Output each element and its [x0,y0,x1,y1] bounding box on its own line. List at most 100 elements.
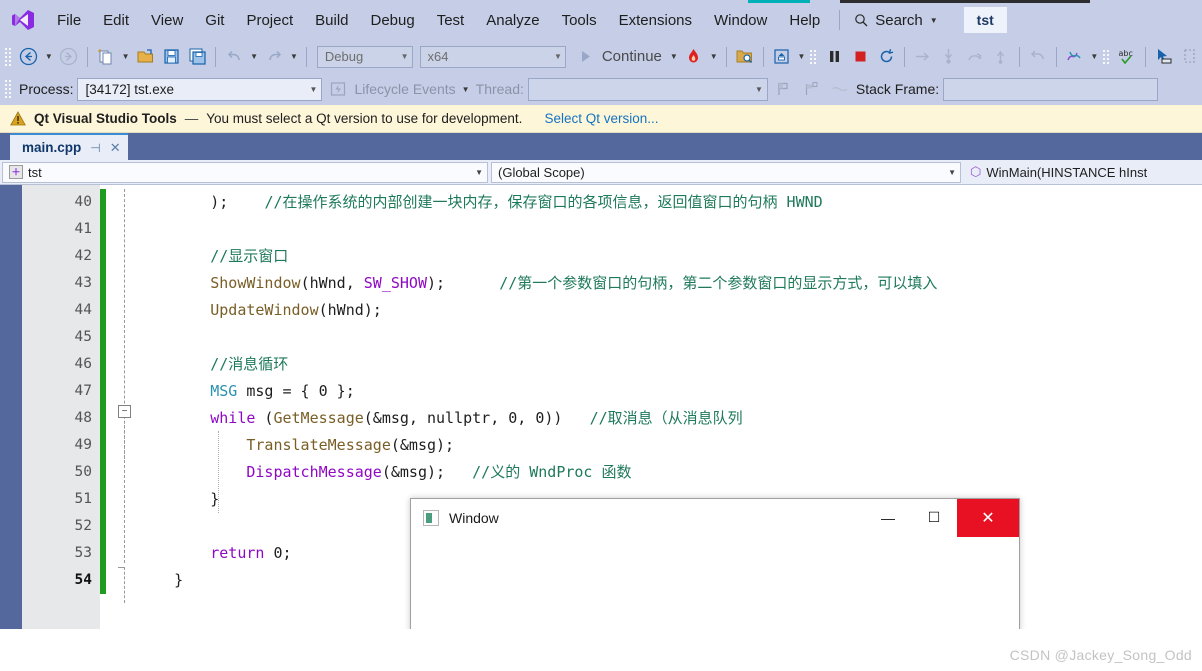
thread-marker-icon[interactable] [828,77,852,101]
undo-dropdown[interactable]: ▼ [248,45,260,69]
pin-icon[interactable]: ⊣ [90,141,100,155]
thread-combo[interactable]: ▼ [527,77,768,101]
lifecycle-events-dropdown[interactable]: ▼ [460,77,472,101]
code-line[interactable]: TranslateMessage(&msg); [106,432,1202,459]
intellitrace-icon[interactable] [1063,45,1087,69]
menu-item-edit[interactable]: Edit [92,8,140,33]
menu-item-git[interactable]: Git [194,8,235,33]
save-icon[interactable] [159,45,183,69]
select-element-icon[interactable] [1152,45,1176,69]
stop-debugging-icon[interactable] [848,45,872,69]
flag-icon[interactable] [772,77,796,101]
code-line[interactable]: //消息循环 [106,351,1202,378]
code-token: while [210,409,256,427]
editor-left-rail [0,185,22,629]
search-button[interactable]: Search ▼ [848,9,943,32]
project-scope-combo[interactable]: ＋ tst ▼ [2,161,488,183]
code-line[interactable]: //显示窗口 [106,243,1202,270]
start-play-icon[interactable] [574,45,598,69]
menu-item-window[interactable]: Window [703,8,778,33]
step-over-icon[interactable] [963,45,987,69]
code-editor[interactable]: 40 41 42 43 44 45 46 47 48 49 50 51 52 53 54 − ); //在操… [0,185,1202,629]
menu-item-file[interactable]: File [46,8,92,33]
solution-platform-value: x64 [427,49,449,64]
open-file-icon[interactable] [134,45,158,69]
line-number: 54 [74,572,92,588]
code-token: hWnd [327,301,364,319]
step-into-icon[interactable] [937,45,961,69]
step-out-icon[interactable] [989,45,1013,69]
maximize-icon[interactable]: ☐ [911,499,957,537]
menu-item-analyze[interactable]: Analyze [475,8,550,33]
menu-item-help[interactable]: Help [778,8,831,33]
toolbar-grip[interactable] [4,79,12,99]
close-icon[interactable]: ✕ [957,499,1019,537]
flag-group-icon[interactable] [800,77,824,101]
undo-icon[interactable] [222,45,246,69]
restart-icon[interactable] [874,45,898,69]
info-bar-title: Qt Visual Studio Tools [34,111,177,126]
menu-item-extensions[interactable]: Extensions [608,8,703,33]
code-line[interactable]: MSG msg = { 0 }; [106,378,1202,405]
popup-title-bar[interactable]: Window — ☐ ✕ [411,499,1019,537]
project-badge[interactable]: tst [963,7,1007,33]
hot-reload-dropdown[interactable]: ▼ [708,45,720,69]
lifecycle-events-label[interactable]: Lifecycle Events [354,81,455,97]
new-item-icon[interactable] [94,45,118,69]
stack-frame-combo[interactable] [943,77,1159,101]
toolbar-divider [86,46,88,67]
code-line[interactable]: ); //在操作系统的内部创建一块内存，保存窗口的各项信息，返回值窗口的句柄 H… [106,189,1202,216]
member-scope-combo[interactable]: ⬡ WinMain(HINSTANCE hInst [964,162,1200,183]
toolbar-grip[interactable] [1102,48,1111,65]
menu-divider [839,10,841,30]
attach-to-process-icon[interactable] [733,45,757,69]
continue-dropdown[interactable]: ▼ [668,45,680,69]
menu-item-project[interactable]: Project [235,8,304,33]
code-line[interactable] [106,324,1202,351]
navigate-back-icon[interactable] [17,45,41,69]
code-line[interactable]: ShowWindow(hWnd, SW_SHOW); //第一个参数窗口的句柄，… [106,270,1202,297]
break-all-dropdown[interactable]: ▼ [795,45,807,69]
process-combo[interactable]: [34172] tst.exe ▼ [77,77,323,101]
menu-item-test[interactable]: Test [426,8,476,33]
step-back-icon[interactable] [1026,45,1050,69]
spell-check-icon[interactable]: abc [1115,45,1139,69]
code-line[interactable]: DispatchMessage(&msg); //义的 WndProc 函数 [106,459,1202,486]
toolbar-overflow-icon[interactable] [1178,45,1202,69]
code-line[interactable]: while (GetMessage(&msg, nullptr, 0, 0)) … [106,405,1202,432]
global-scope-combo[interactable]: (Global Scope) ▼ [491,161,961,183]
menu-item-debug[interactable]: Debug [360,8,426,33]
code-token: ShowWindow [210,274,301,292]
code-token: TranslateMessage [246,436,391,454]
minimize-icon[interactable]: — [865,499,911,537]
break-all-icon[interactable] [770,45,794,69]
save-all-icon[interactable] [185,45,209,69]
redo-dropdown[interactable]: ▼ [288,45,300,69]
code-token: DispatchMessage [246,463,382,481]
line-number: 52 [74,518,92,534]
navigate-forward-icon[interactable] [57,45,81,69]
navigate-back-dropdown[interactable]: ▼ [43,45,55,69]
redo-icon[interactable] [262,45,286,69]
solution-configuration-combo[interactable]: Debug ▼ [316,45,413,68]
code-line[interactable]: UpdateWindow(hWnd); [106,297,1202,324]
menu-item-view[interactable]: View [140,8,194,33]
code-line[interactable] [106,216,1202,243]
toolbar-grip[interactable] [4,46,12,67]
new-item-dropdown[interactable]: ▼ [120,45,132,69]
tab-label: main.cpp [22,140,82,155]
show-next-statement-icon[interactable] [911,45,935,69]
hot-reload-icon[interactable] [682,45,706,69]
pause-icon[interactable] [822,45,846,69]
select-qt-version-link[interactable]: Select Qt version... [544,111,658,126]
close-icon[interactable]: ✕ [110,140,121,156]
intellitrace-dropdown[interactable]: ▼ [1088,45,1100,69]
lifecycle-events-icon[interactable] [326,77,350,101]
menu-item-build[interactable]: Build [304,8,359,33]
window-popup-dialog[interactable]: Window — ☐ ✕ [410,498,1020,629]
solution-platform-combo[interactable]: x64 ▼ [419,45,566,68]
tab-main-cpp[interactable]: main.cpp ⊣ ✕ [10,133,128,160]
toolbar-grip[interactable] [809,48,818,65]
menu-item-tools[interactable]: Tools [551,8,608,33]
continue-button-label[interactable]: Continue [600,48,666,65]
